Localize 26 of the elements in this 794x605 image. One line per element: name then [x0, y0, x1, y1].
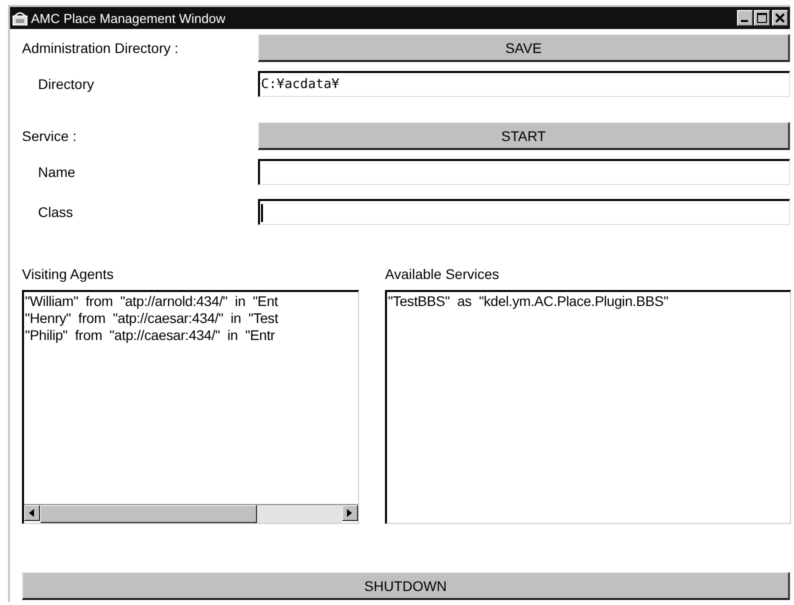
scroll-right-icon[interactable]	[342, 505, 358, 521]
list-item[interactable]: "William" from "atp://arnold:434/" in "Ent	[25, 293, 358, 310]
field-label: Name	[37, 164, 76, 180]
field-value: C:¥acdata¥	[261, 77, 340, 92]
field-label: Class	[37, 204, 74, 220]
list-label: Available Services	[385, 265, 500, 284]
list-item[interactable]: "TestBBS" as "kdel.ym.AC.Place.Plugin.BBS"	[388, 293, 790, 310]
maximize-icon[interactable]	[754, 10, 770, 26]
text-field[interactable]: C:¥acdata¥	[258, 71, 790, 97]
scroll-left-icon[interactable]	[24, 505, 40, 521]
text-field[interactable]	[258, 199, 790, 225]
close-icon[interactable]	[772, 10, 788, 26]
window-title: AMC Place Management Window	[31, 10, 226, 26]
text-field[interactable]	[258, 159, 790, 185]
section-label: Administration Directory :	[22, 40, 180, 56]
start-button[interactable]: START	[258, 122, 790, 150]
save-button[interactable]: SAVE	[258, 34, 790, 62]
shutdown-button[interactable]: SHUTDOWN	[22, 572, 790, 600]
list-item[interactable]: "Philip" from "atp://caesar:434/" in "Entr	[25, 327, 358, 344]
field-label: Directory	[37, 76, 96, 92]
scroll-thumb[interactable]	[40, 505, 258, 523]
section-label: Service :	[22, 128, 78, 144]
list-item[interactable]: "Henry" from "atp://caesar:434/" in "Test	[25, 310, 358, 327]
list-label: Visiting Agents	[22, 265, 115, 284]
horizontal-scrollbar[interactable]	[24, 504, 358, 523]
minimize-icon[interactable]	[737, 10, 753, 26]
